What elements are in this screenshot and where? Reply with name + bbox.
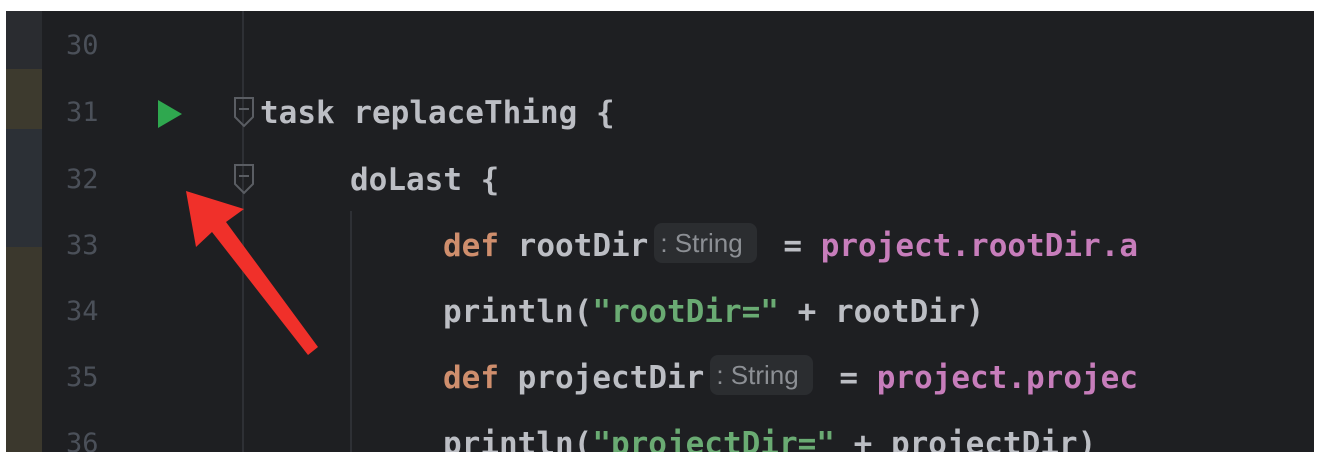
keyword-task: task <box>260 95 335 131</box>
code-text[interactable]: task replaceThing { <box>260 80 615 146</box>
assign-operator: = <box>839 360 859 396</box>
keyword-def: def <box>443 360 499 396</box>
task-name: replaceThing <box>353 95 578 131</box>
expression-rest: + projectDir) <box>834 426 1097 452</box>
expression-rest: + rootDir) <box>778 294 985 330</box>
variable-name: rootDir <box>517 228 649 264</box>
property-access: project.projec <box>876 360 1138 396</box>
function-call: println( <box>443 294 593 330</box>
code-line[interactable]: 35 def projectDir: String = project.proj… <box>6 345 1314 411</box>
code-line[interactable]: 36 println("projectDir=" + projectDir) <box>6 411 1314 452</box>
code-text[interactable]: doLast { <box>350 147 499 213</box>
fold-icon[interactable] <box>233 162 255 196</box>
code-text[interactable]: println("projectDir=" + projectDir) <box>443 411 1096 452</box>
open-brace: { <box>480 162 500 198</box>
line-number: 30 <box>66 30 99 61</box>
code-editor: 30 31 task replaceThing { 32 doLast { 33… <box>6 11 1314 452</box>
line-number: 32 <box>66 164 99 195</box>
line-number: 35 <box>66 362 99 393</box>
open-brace: { <box>595 95 615 131</box>
code-line[interactable]: 34 println("rootDir=" + rootDir) <box>6 279 1314 345</box>
fold-icon[interactable] <box>233 95 255 129</box>
code-text[interactable]: def rootDir: String = project.rootDir.a <box>443 213 1138 279</box>
code-line[interactable]: 33 def rootDir: String = project.rootDir… <box>6 213 1314 279</box>
code-text[interactable]: println("rootDir=" + rootDir) <box>443 279 984 345</box>
line-number: 33 <box>66 230 99 261</box>
line-number: 36 <box>66 428 99 452</box>
code-text[interactable]: def projectDir: String = project.projec <box>443 345 1138 411</box>
string-literal: "projectDir=" <box>592 426 835 452</box>
line-number: 31 <box>66 97 99 128</box>
code-line[interactable]: 31 task replaceThing { <box>6 80 1314 146</box>
string-literal: "rootDir=" <box>592 294 779 330</box>
property-access: project.rootDir.a <box>820 228 1138 264</box>
assign-operator: = <box>783 228 803 264</box>
run-gutter-icon[interactable] <box>158 100 182 128</box>
type-hint: : String <box>710 355 813 395</box>
keyword-def: def <box>443 228 499 264</box>
function-call: println( <box>443 426 593 452</box>
code-line[interactable]: 32 doLast { <box>6 147 1314 213</box>
line-number: 34 <box>66 296 99 327</box>
method-call: doLast <box>350 162 462 198</box>
type-hint: : String <box>654 223 757 263</box>
variable-name: projectDir <box>517 360 705 396</box>
code-line[interactable]: 30 <box>6 13 1314 79</box>
